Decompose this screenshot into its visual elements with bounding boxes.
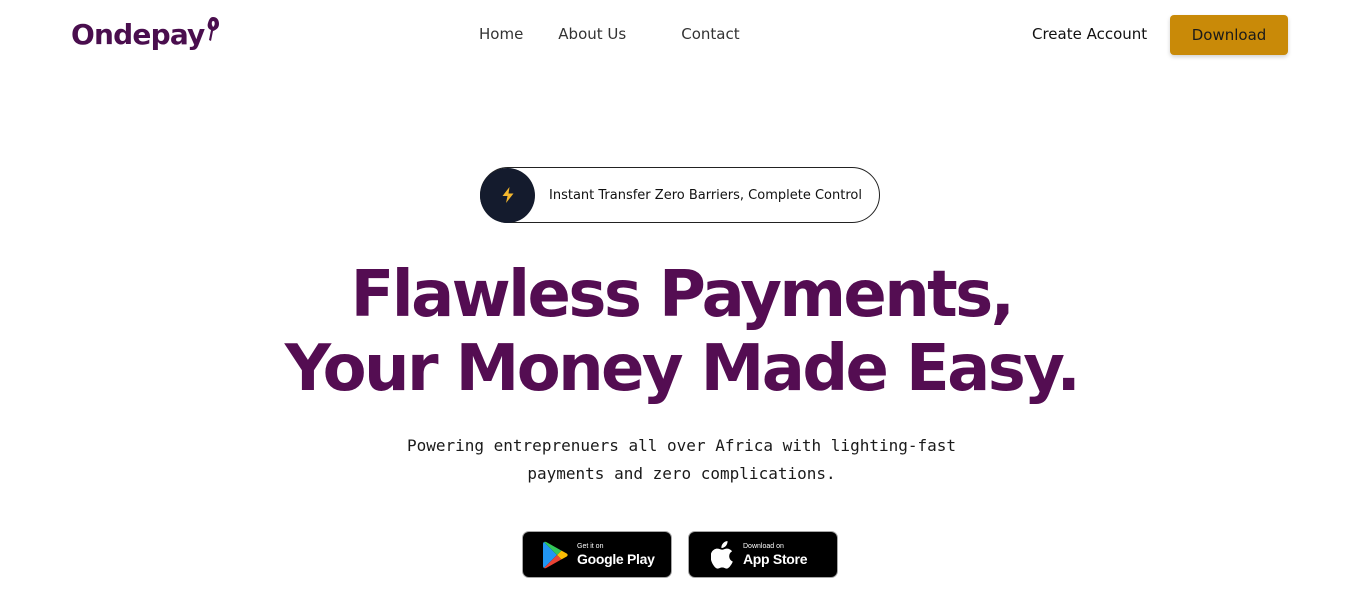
- google-play-icon: [543, 541, 568, 568]
- badge-text: Instant Transfer Zero Barriers, Complete…: [549, 187, 862, 203]
- google-play-label: Google Play: [577, 551, 655, 567]
- headline-line-1: Flawless Payments,: [350, 258, 1015, 332]
- logo[interactable]: Ondepay: [71, 14, 220, 56]
- site-header: Ondepay Home About Us Contact Create Acc…: [0, 0, 1363, 70]
- google-play-small-label: Get it on: [577, 543, 604, 550]
- hero-badge: Instant Transfer Zero Barriers, Complete…: [480, 167, 880, 223]
- nav-about-us[interactable]: About Us: [558, 24, 626, 44]
- app-store-button[interactable]: Download on App Store: [688, 531, 838, 578]
- google-play-text: Get it on Google Play: [577, 542, 655, 567]
- nav-contact[interactable]: Contact: [681, 24, 739, 44]
- app-store-text: Download on App Store: [743, 542, 808, 567]
- google-play-button[interactable]: Get it on Google Play: [522, 531, 672, 578]
- logo-mark-icon: [207, 17, 219, 41]
- download-button[interactable]: Download: [1170, 15, 1288, 55]
- logo-text: Ondepay: [71, 18, 205, 51]
- app-store-small-label: Download on: [743, 543, 784, 550]
- lightning-bolt-icon: [502, 187, 513, 203]
- landing-page: Ondepay Home About Us Contact Create Acc…: [0, 0, 1363, 607]
- subtitle-line-1: Powering entreprenuers all over Africa w…: [406, 436, 957, 455]
- subtitle-line-2: payments and zero complications.: [527, 464, 836, 483]
- hero-headline: Flawless Payments, Your Money Made Easy.: [0, 258, 1363, 406]
- create-account-link[interactable]: Create Account: [1032, 24, 1147, 44]
- nav-home[interactable]: Home: [479, 24, 523, 44]
- app-store-label: App Store: [743, 551, 808, 567]
- badge-icon-circle: [480, 167, 535, 223]
- main-nav: Home About Us Contact: [479, 24, 740, 44]
- headline-line-2: Your Money Made Easy.: [284, 332, 1081, 406]
- apple-icon: [711, 540, 733, 569]
- hero-subtitle: Powering entreprenuers all over Africa w…: [0, 432, 1363, 488]
